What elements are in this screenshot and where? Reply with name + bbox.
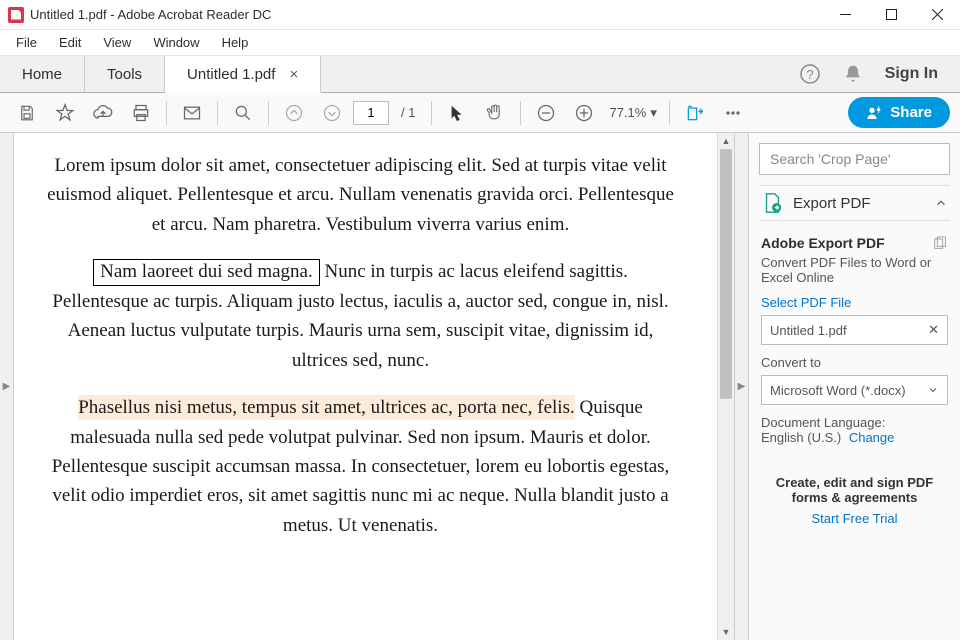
start-trial-link[interactable]: Start Free Trial — [761, 511, 948, 526]
export-pdf-icon — [761, 192, 783, 214]
close-button[interactable] — [914, 0, 960, 30]
menu-help[interactable]: Help — [212, 32, 259, 53]
find-icon[interactable] — [226, 96, 260, 130]
share-label: Share — [890, 104, 932, 121]
scroll-thumb[interactable] — [720, 149, 732, 399]
language-label: Document Language: — [761, 415, 885, 430]
doc-paragraph-1: Lorem ipsum dolor sit amet, consectetuer… — [44, 151, 677, 239]
page-down-icon[interactable] — [315, 96, 349, 130]
selected-file-name: Untitled 1.pdf — [770, 323, 847, 338]
export-panel: Adobe Export PDF Convert PDF Files to Wo… — [759, 231, 950, 530]
search-tools-input[interactable]: Search 'Crop Page' — [759, 143, 950, 175]
app-icon — [8, 7, 24, 23]
tab-home[interactable]: Home — [0, 56, 85, 92]
separator — [669, 101, 670, 125]
language-value: English (U.S.) — [761, 430, 841, 445]
share-button[interactable]: Share — [848, 97, 950, 128]
fit-width-icon[interactable] — [678, 96, 712, 130]
sign-in-link[interactable]: Sign In — [885, 65, 938, 83]
zoom-value: 77.1% — [609, 105, 646, 120]
window-controls — [822, 0, 960, 30]
boxed-selection: Nam laoreet dui sed magna. — [93, 259, 320, 286]
menu-window[interactable]: Window — [143, 32, 209, 53]
search-placeholder: Search 'Crop Page' — [770, 151, 891, 167]
separator — [217, 101, 218, 125]
clear-file-icon[interactable]: ✕ — [928, 322, 939, 338]
help-icon[interactable]: ? — [799, 63, 821, 85]
separator — [166, 101, 167, 125]
language-change-link[interactable]: Change — [849, 430, 895, 445]
select-file-label: Select PDF File — [761, 295, 948, 310]
cloud-upload-icon[interactable] — [86, 96, 120, 130]
mail-icon[interactable] — [175, 96, 209, 130]
export-files-icon[interactable] — [932, 235, 948, 251]
share-person-icon — [866, 105, 882, 121]
convert-to-label: Convert to — [761, 355, 948, 370]
maximize-button[interactable] — [868, 0, 914, 30]
doc-paragraph-2: Nam laoreet dui sed magna. Nunc in turpi… — [44, 257, 677, 375]
menu-file[interactable]: File — [6, 32, 47, 53]
adobe-export-title: Adobe Export PDF — [761, 235, 885, 251]
tab-document-label: Untitled 1.pdf — [187, 66, 275, 83]
zoom-dropdown[interactable]: 77.1% ▾ — [605, 105, 660, 121]
zoom-out-icon[interactable] — [529, 96, 563, 130]
highlighted-text: Phasellus nisi metus, tempus sit amet, u… — [78, 395, 575, 420]
menubar: File Edit View Window Help — [0, 30, 960, 56]
scroll-down-arrow[interactable]: ▼ — [718, 624, 734, 640]
page-number-input[interactable] — [353, 101, 389, 125]
selection-icon[interactable] — [440, 96, 474, 130]
tab-tools[interactable]: Tools — [85, 56, 165, 92]
export-pdf-header[interactable]: Export PDF — [759, 185, 950, 221]
convert-to-value: Microsoft Word (*.docx) — [770, 383, 906, 398]
promo-title: Create, edit and sign PDF forms & agreem… — [761, 475, 948, 505]
save-icon[interactable] — [10, 96, 44, 130]
minimize-button[interactable] — [822, 0, 868, 30]
tab-home-label: Home — [22, 66, 62, 83]
more-icon[interactable] — [716, 96, 750, 130]
print-icon[interactable] — [124, 96, 158, 130]
tab-row: Home Tools Untitled 1.pdf × ? Sign In — [0, 56, 960, 93]
vertical-scrollbar[interactable]: ▲ ▼ — [717, 133, 734, 640]
left-panel-toggle[interactable]: ▶ — [0, 133, 14, 640]
tab-document[interactable]: Untitled 1.pdf × — [165, 56, 321, 93]
chevron-down-icon: ▾ — [650, 105, 657, 121]
export-description: Convert PDF Files to Word or Excel Onlin… — [761, 255, 948, 285]
hand-icon[interactable] — [478, 96, 512, 130]
separator — [268, 101, 269, 125]
window-title: Untitled 1.pdf - Adobe Acrobat Reader DC — [30, 7, 271, 22]
chevron-down-icon — [927, 384, 939, 396]
tools-sidepanel: Search 'Crop Page' Export PDF Adobe Expo… — [748, 133, 960, 640]
tab-close-icon[interactable]: × — [289, 66, 298, 83]
right-panel-toggle[interactable]: ▶ — [734, 133, 748, 640]
titlebar: Untitled 1.pdf - Adobe Acrobat Reader DC — [0, 0, 960, 30]
convert-to-dropdown[interactable]: Microsoft Word (*.docx) — [761, 375, 948, 405]
page-total: / 1 — [393, 105, 423, 120]
selected-file-box[interactable]: Untitled 1.pdf ✕ — [761, 315, 948, 345]
separator — [520, 101, 521, 125]
chevron-up-icon — [934, 196, 948, 210]
content-area: ▶ Lorem ipsum dolor sit amet, consectetu… — [0, 133, 960, 640]
menu-view[interactable]: View — [93, 32, 141, 53]
doc-paragraph-3: Phasellus nisi metus, tempus sit amet, u… — [44, 393, 677, 540]
promo-block: Create, edit and sign PDF forms & agreem… — [761, 475, 948, 526]
export-header-label: Export PDF — [793, 195, 871, 212]
page-up-icon[interactable] — [277, 96, 311, 130]
document-page[interactable]: Lorem ipsum dolor sit amet, consectetuer… — [14, 133, 717, 640]
document-viewer: Lorem ipsum dolor sit amet, consectetuer… — [14, 133, 734, 640]
bell-icon[interactable] — [843, 64, 863, 84]
menu-edit[interactable]: Edit — [49, 32, 91, 53]
svg-text:?: ? — [806, 67, 813, 82]
toolbar: / 1 77.1% ▾ Share — [0, 93, 960, 133]
star-icon[interactable] — [48, 96, 82, 130]
separator — [431, 101, 432, 125]
scroll-up-arrow[interactable]: ▲ — [718, 133, 734, 149]
zoom-in-icon[interactable] — [567, 96, 601, 130]
tab-tools-label: Tools — [107, 66, 142, 83]
